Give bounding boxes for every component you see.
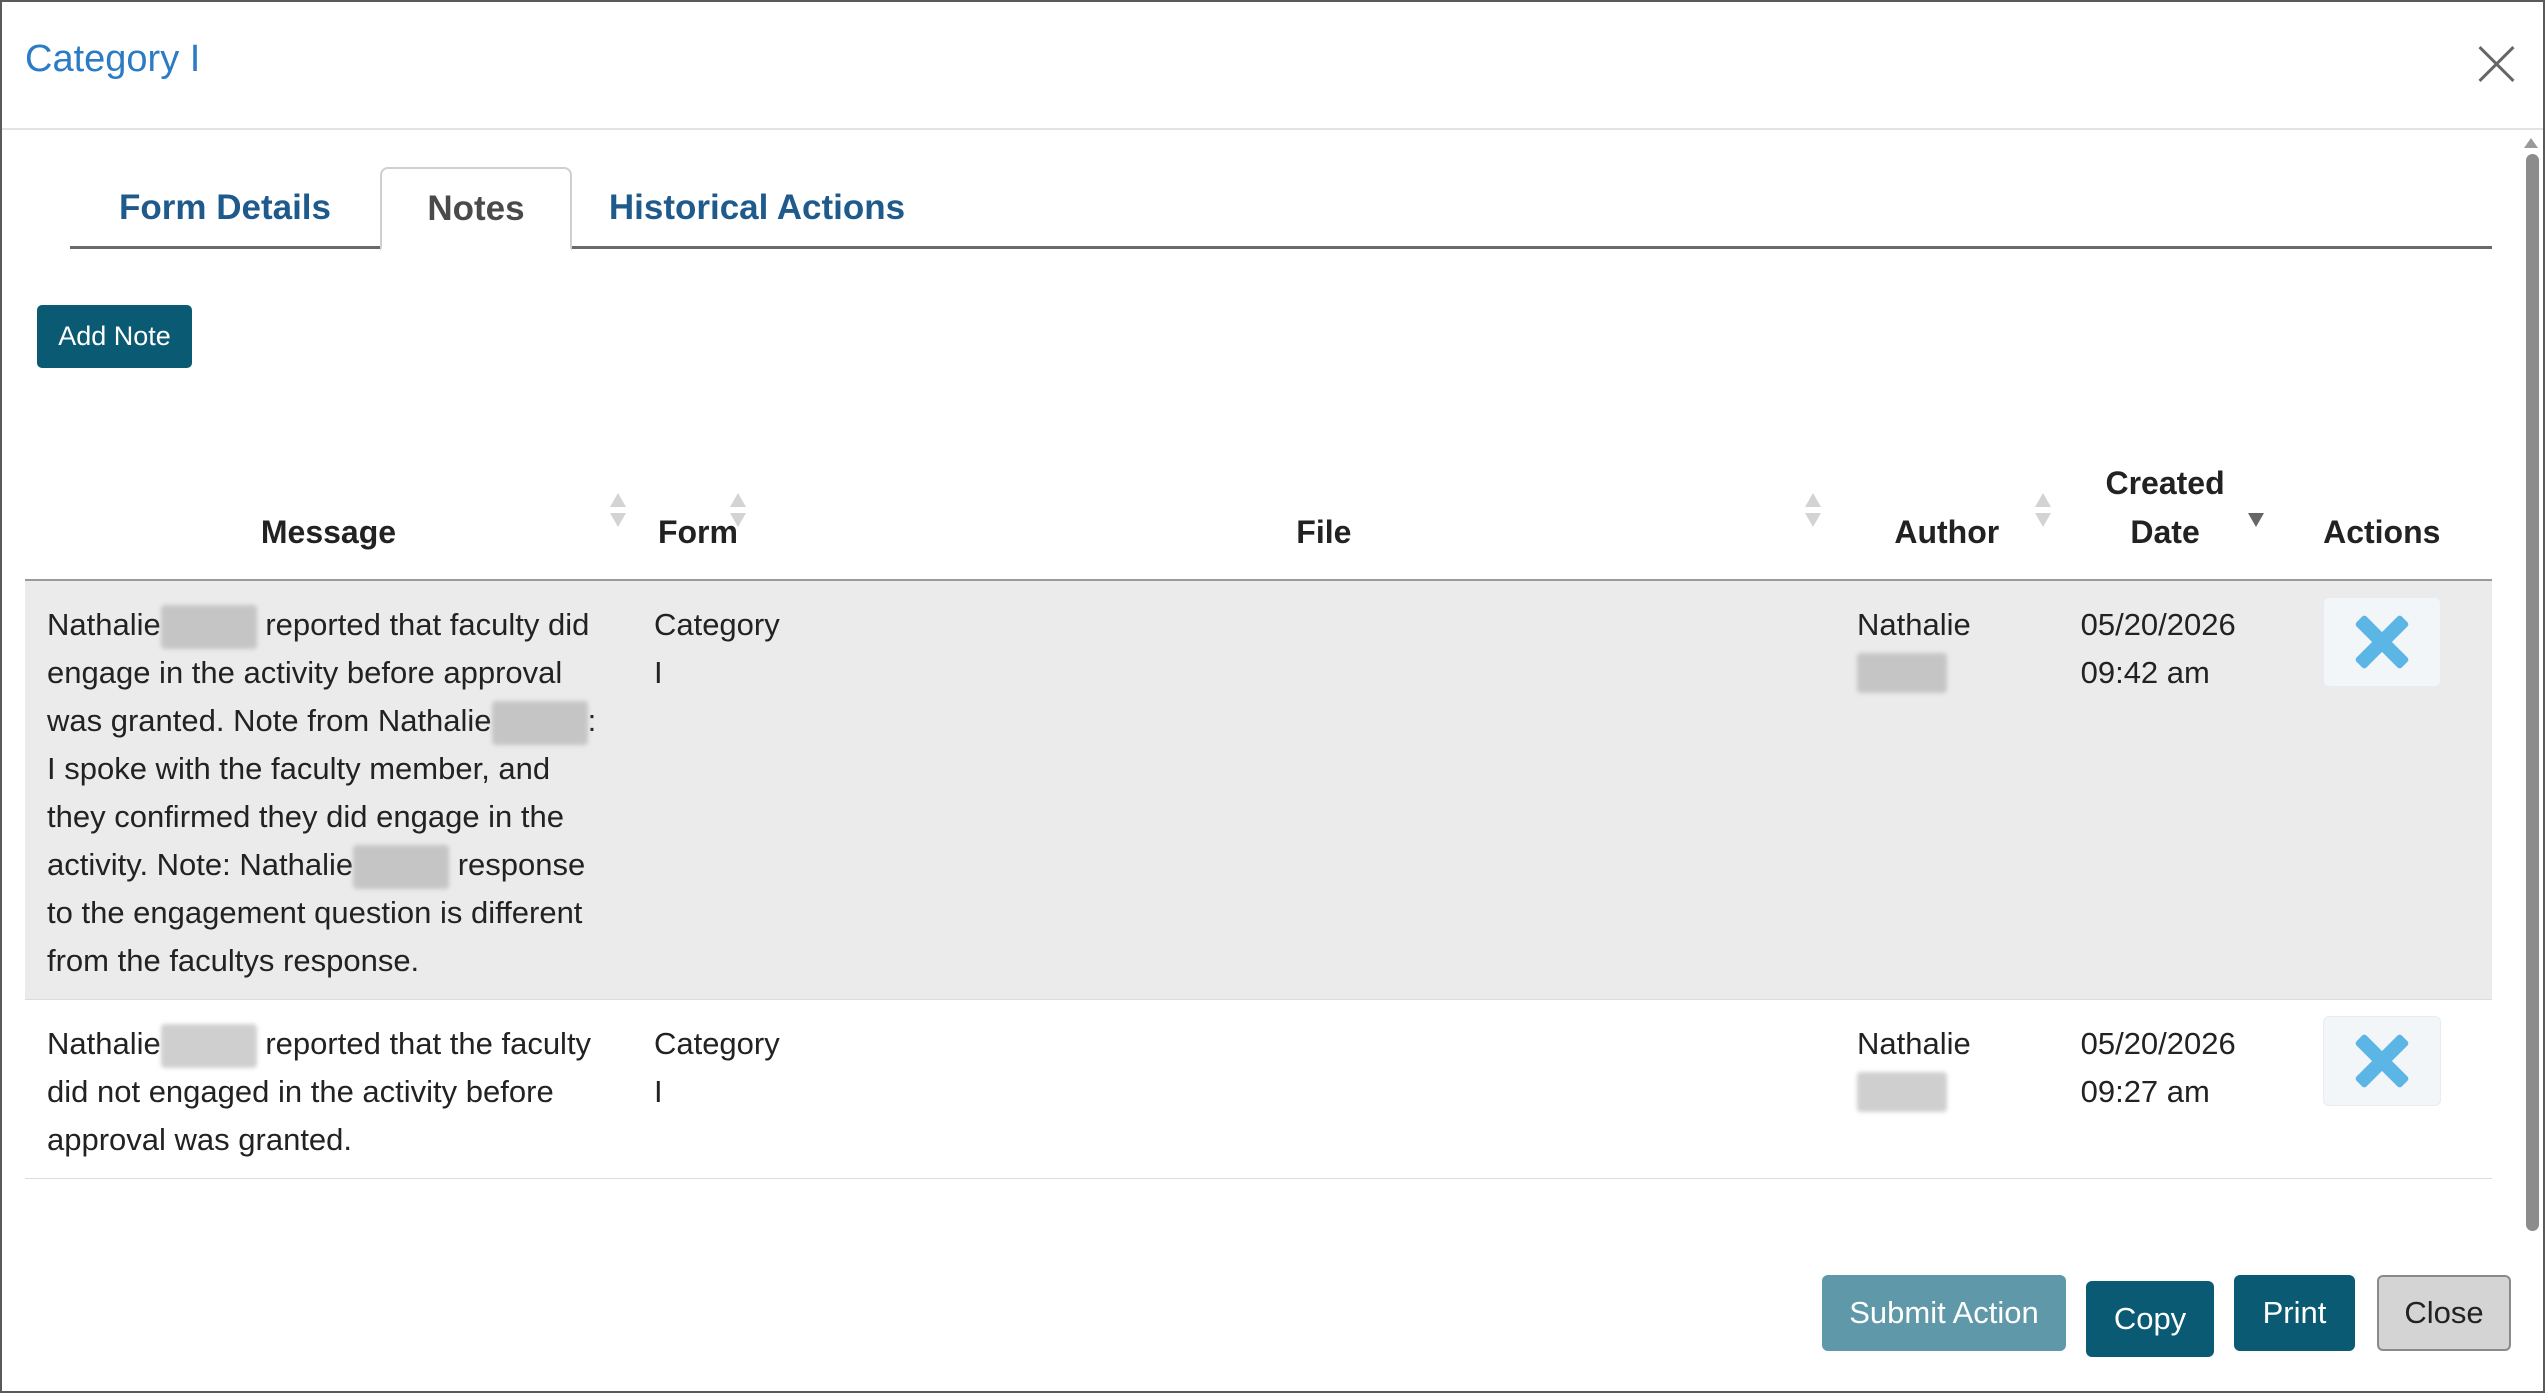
redacted-name — [1856, 653, 1947, 693]
date-cell: 05/20/2026 09:42 am — [2058, 580, 2272, 1000]
redacted-name — [160, 1023, 257, 1068]
time-text: 09:27 am — [2080, 1074, 2210, 1109]
table-row: Nathalie reported that the faculty did n… — [25, 999, 2492, 1179]
close-button[interactable]: Close — [2377, 1275, 2511, 1351]
column-header-author-label: Author — [1894, 514, 2000, 550]
sort-icon[interactable] — [609, 493, 626, 531]
print-button[interactable]: Print — [2234, 1275, 2355, 1351]
column-header-created-date[interactable]: Created Date — [2058, 452, 2272, 581]
copy-button[interactable]: Copy — [2086, 1281, 2214, 1357]
form-text: I — [653, 1074, 663, 1109]
message-text: Nathalie — [47, 1026, 161, 1061]
column-header-actions: Actions — [2271, 452, 2492, 581]
delete-note-button[interactable] — [2322, 1016, 2441, 1106]
notes-table: Message Form File Author Created Date Ac… — [25, 452, 2492, 1179]
file-cell — [812, 580, 1835, 1000]
redacted-name — [491, 700, 588, 745]
column-header-message[interactable]: Message — [25, 452, 632, 581]
column-header-author[interactable]: Author — [1834, 452, 2059, 581]
table-row: Nathalie reported that faculty did engag… — [25, 580, 2492, 1000]
author-text: Nathalie — [1856, 607, 1971, 642]
message-text: Nathalie — [47, 607, 161, 642]
form-text: I — [653, 655, 663, 690]
sort-descending-icon[interactable] — [2247, 493, 2264, 531]
redacted-name — [1856, 1072, 1947, 1112]
column-header-created-date-label-1: Created — [2105, 465, 2225, 501]
column-header-form-label: Form — [657, 514, 738, 550]
tab-bar: Form Details Notes Historical Actions — [70, 167, 2492, 251]
message-cell: Nathalie reported that faculty did engag… — [25, 580, 632, 1000]
submit-action-button[interactable]: Submit Action — [1822, 1275, 2066, 1351]
message-cell: Nathalie reported that the faculty did n… — [25, 999, 632, 1179]
table-header-row: Message Form File Author Created Date Ac… — [25, 452, 2492, 581]
delete-note-button[interactable] — [2322, 597, 2441, 687]
column-header-file[interactable]: File — [812, 452, 1835, 581]
column-header-file-label: File — [1296, 514, 1352, 550]
modal-header: Category I — [2, 2, 2543, 130]
form-cell: Category I — [631, 580, 813, 1000]
date-text: 05/20/2026 — [2080, 607, 2236, 642]
author-cell: Nathalie — [1834, 999, 2059, 1179]
scroll-up-arrow-icon[interactable] — [2524, 138, 2538, 148]
actions-cell — [2271, 580, 2492, 1000]
redacted-name — [160, 604, 257, 649]
column-header-created-date-label-2: Date — [2130, 514, 2200, 550]
scrollbar-thumb[interactable] — [2526, 154, 2539, 1231]
form-text: Category — [653, 1026, 780, 1061]
actions-cell — [2271, 999, 2492, 1179]
column-header-message-label: Message — [260, 514, 397, 550]
modal-title: Category I — [25, 38, 201, 80]
delete-icon — [2354, 614, 2410, 670]
delete-icon — [2354, 1033, 2410, 1089]
add-note-button[interactable]: Add Note — [37, 305, 192, 368]
close-icon[interactable] — [2475, 42, 2517, 84]
redacted-name — [353, 844, 450, 889]
tab-historical-actions[interactable]: Historical Actions — [592, 167, 922, 249]
tab-form-details[interactable]: Form Details — [70, 167, 380, 249]
form-cell: Category I — [631, 999, 813, 1179]
column-header-actions-label: Actions — [2323, 514, 2441, 550]
sort-icon[interactable] — [1804, 493, 1821, 531]
time-text: 09:42 am — [2080, 655, 2210, 690]
author-cell: Nathalie — [1834, 580, 2059, 1000]
date-text: 05/20/2026 — [2080, 1026, 2236, 1061]
sort-icon[interactable] — [729, 493, 746, 531]
author-text: Nathalie — [1856, 1026, 1971, 1061]
date-cell: 05/20/2026 09:27 am — [2058, 999, 2272, 1179]
tab-notes[interactable]: Notes — [380, 167, 572, 251]
file-cell — [812, 999, 1835, 1179]
form-text: Category — [653, 607, 780, 642]
column-header-form[interactable]: Form — [631, 452, 813, 581]
sort-icon[interactable] — [2034, 493, 2051, 531]
note-modal: Category I Form Details Notes Historical… — [0, 0, 2545, 1393]
